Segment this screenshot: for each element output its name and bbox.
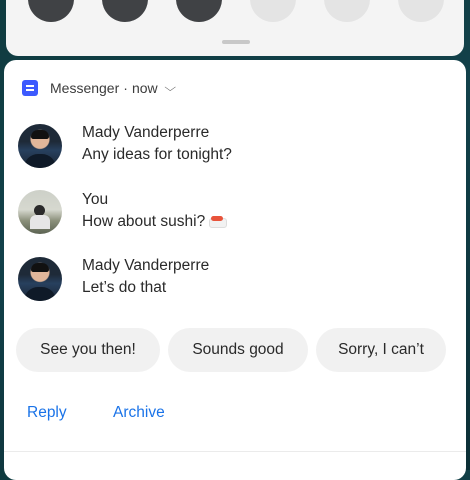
notification-time: now	[131, 80, 158, 96]
message-text-container: How about sushi?	[82, 213, 228, 231]
divider	[4, 451, 466, 452]
message-sender: Mady Vanderperre	[82, 257, 210, 274]
message-sender: Mady Vanderperre	[82, 124, 210, 141]
quick-settings-tile-5[interactable]	[324, 0, 370, 22]
archive-button[interactable]: Archive	[113, 404, 165, 422]
smart-reply-chip[interactable]: Sorry, I can’t	[316, 328, 446, 372]
reply-button[interactable]: Reply	[27, 404, 67, 422]
app-name: Messenger	[50, 80, 120, 96]
drag-handle[interactable]	[222, 40, 250, 44]
messenger-app-icon	[22, 80, 38, 96]
quick-settings-tile-3[interactable]	[176, 0, 222, 22]
messenger-notification[interactable]: Messenger · now ⌵ Mady Vanderperre Any i…	[4, 60, 466, 480]
message-text: Any ideas for tonight?	[82, 146, 232, 163]
smart-reply-chip[interactable]: See you then!	[16, 328, 160, 372]
message-text: How about sushi?	[82, 213, 206, 230]
message-sender: You	[82, 191, 109, 208]
quick-settings-tile-2[interactable]	[102, 0, 148, 22]
notification-header[interactable]: Messenger · now ⌵	[22, 78, 176, 98]
smart-reply-chip[interactable]: Sounds good	[168, 328, 308, 372]
avatar	[18, 190, 62, 234]
header-separator: ·	[123, 80, 128, 96]
quick-settings-tile-1[interactable]	[28, 0, 74, 22]
quick-settings-tile-4[interactable]	[250, 0, 296, 22]
quick-settings-tile-6[interactable]	[398, 0, 444, 22]
sushi-icon	[209, 216, 228, 228]
avatar	[18, 124, 62, 168]
message-text: Let’s do that	[82, 279, 167, 296]
chevron-down-icon[interactable]: ⌵	[164, 82, 176, 95]
avatar	[18, 257, 62, 301]
quick-settings-panel	[6, 0, 464, 56]
